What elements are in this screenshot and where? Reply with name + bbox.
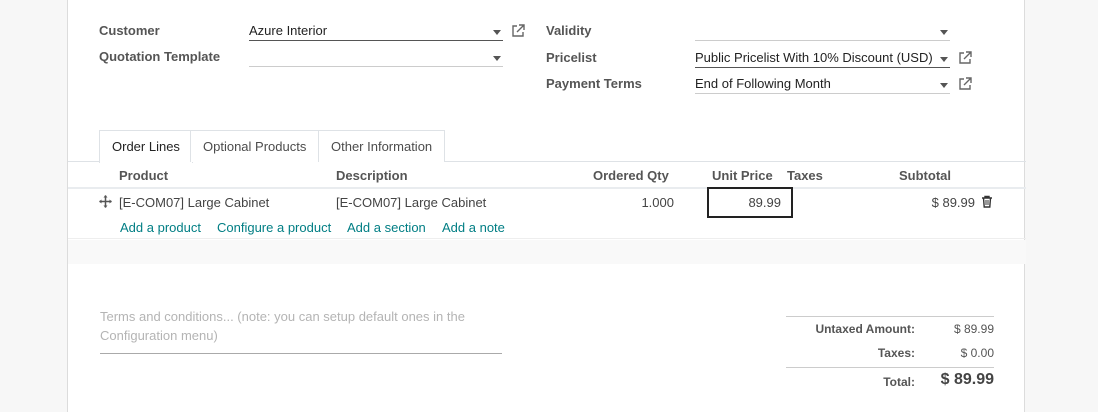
customer-field[interactable]: Azure Interior <box>249 21 503 41</box>
total-value: $ 89.99 <box>940 371 994 388</box>
untaxed-amount-label: Untaxed Amount: <box>815 322 915 336</box>
trash-icon[interactable] <box>981 195 993 208</box>
tab-other-information[interactable]: Other Information <box>318 130 446 162</box>
form-sheet: Customer Azure Interior Quotation Templa… <box>67 0 1026 412</box>
customer-value: Azure Interior <box>249 23 328 38</box>
terms-and-conditions-input[interactable]: Terms and conditions... (note: you can s… <box>100 307 502 354</box>
totals-top-divider <box>786 316 994 317</box>
column-header-product[interactable]: Product <box>119 168 168 183</box>
column-header-description[interactable]: Description <box>336 168 408 183</box>
column-header-ordered-qty[interactable]: Ordered Qty <box>593 168 669 183</box>
taxes-label: Taxes: <box>877 346 915 360</box>
pricelist-value: Public Pricelist With 10% Discount (USD) <box>695 50 933 65</box>
tab-optional-products[interactable]: Optional Products <box>190 130 320 162</box>
pricelist-label: Pricelist <box>546 50 597 65</box>
totals-bottom-divider <box>786 367 994 368</box>
unit-price-input[interactable]: 89.99 <box>707 187 793 218</box>
row-unit-price: 89.99 <box>748 195 781 210</box>
external-link-icon[interactable] <box>511 24 525 38</box>
add-product-link[interactable]: Add a product <box>120 220 201 235</box>
row-description[interactable]: [E-COM07] Large Cabinet <box>336 195 486 210</box>
empty-row <box>68 240 1026 264</box>
row-subtotal: $ 89.99 <box>931 195 975 210</box>
chevron-down-icon[interactable] <box>493 56 501 61</box>
column-header-taxes[interactable]: Taxes <box>787 168 823 183</box>
row-product[interactable]: [E-COM07] Large Cabinet <box>119 195 269 210</box>
payment-terms-label: Payment Terms <box>546 76 642 91</box>
chevron-down-icon[interactable] <box>940 57 948 62</box>
external-link-icon[interactable] <box>958 51 972 65</box>
payment-terms-value: End of Following Month <box>695 76 831 91</box>
notebook-tabs: Order Lines Optional Products Other Info… <box>68 130 1026 163</box>
quotation-template-label: Quotation Template <box>99 49 221 64</box>
validity-label: Validity <box>546 23 592 38</box>
column-header-subtotal[interactable]: Subtotal <box>899 168 951 183</box>
configure-product-link[interactable]: Configure a product <box>217 220 331 235</box>
quotation-template-field[interactable] <box>249 47 503 67</box>
chevron-down-icon[interactable] <box>940 83 948 88</box>
external-link-icon[interactable] <box>958 77 972 91</box>
row-ordered-qty[interactable]: 1.000 <box>641 195 674 210</box>
total-label: Total: <box>883 375 915 389</box>
customer-label: Customer <box>99 23 160 38</box>
untaxed-amount-value: $ 89.99 <box>953 322 994 336</box>
drag-handle-icon[interactable] <box>99 195 112 208</box>
pricelist-field[interactable]: Public Pricelist With 10% Discount (USD) <box>695 48 950 68</box>
column-header-unit-price[interactable]: Unit Price <box>712 168 773 183</box>
add-section-link[interactable]: Add a section <box>347 220 426 235</box>
taxes-value: $ 0.00 <box>960 346 994 360</box>
chevron-down-icon[interactable] <box>493 30 501 35</box>
add-note-link[interactable]: Add a note <box>442 220 505 235</box>
tab-order-lines[interactable]: Order Lines <box>99 130 193 163</box>
chevron-down-icon[interactable] <box>940 30 948 35</box>
payment-terms-field[interactable]: End of Following Month <box>695 74 950 94</box>
add-line-row <box>68 215 1026 239</box>
validity-field[interactable] <box>695 21 950 41</box>
